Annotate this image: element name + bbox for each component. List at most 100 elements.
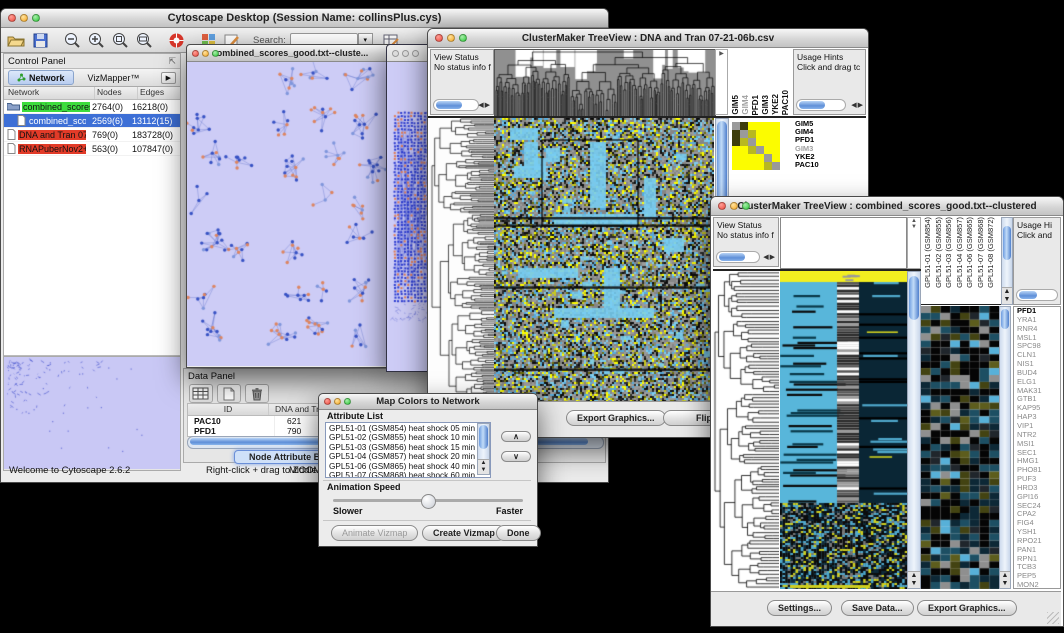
tv2-minimap-vscrollbar[interactable]: ▲▼ <box>999 306 1011 589</box>
minimize-button[interactable] <box>447 34 455 42</box>
attribute-list-item[interactable]: GPL51-04 (GSM857) heat shock 20 min <box>327 452 475 461</box>
tv1-column-label[interactable]: PAC10 <box>781 90 791 115</box>
open-folder-icon[interactable] <box>5 30 27 50</box>
move-down-button[interactable]: ∨ <box>501 451 531 462</box>
close-button[interactable] <box>435 34 443 42</box>
network-tree-row[interactable]: RNAPuberNov2+563(0)107847(0) <box>4 142 180 156</box>
tv2-save-data-button[interactable]: Save Data... <box>841 600 914 616</box>
minimize-button[interactable] <box>334 398 341 405</box>
tv1-column-labels[interactable]: GIM5GIM4PFD1GIM3YKE2PAC10 <box>729 49 792 115</box>
tv1-column-label[interactable]: PFD1 <box>751 95 761 115</box>
zoom-button[interactable] <box>742 202 750 210</box>
save-icon[interactable] <box>29 30 51 50</box>
tv2-heatmap-vscrollbar[interactable]: ▲▼ <box>907 271 921 589</box>
minimize-button[interactable] <box>402 50 409 57</box>
tv2-coltree-scroll-strip[interactable]: ▲▼ <box>907 217 921 269</box>
zoom-button[interactable] <box>412 50 419 57</box>
close-button[interactable] <box>392 50 399 57</box>
tv1-column-dendrogram[interactable] <box>494 49 716 117</box>
treeview2-titlebar[interactable]: ClusterMaker TreeView : combined_scores_… <box>711 197 1063 216</box>
tv1-zoom-submatrix[interactable] <box>732 122 780 170</box>
create-vizmap-button[interactable]: Create Vizmap <box>422 525 506 541</box>
tv2-gene-list[interactable]: PFD1YRA1RNR4MSL1SPC98CLN1NIS1BUD4ELG1MAK… <box>1013 306 1061 589</box>
attribute-list-item[interactable]: GPL51-06 (GSM865) heat shock 40 min <box>327 462 475 471</box>
tv2-column-tree-area[interactable] <box>780 217 907 269</box>
network-graph-canvas[interactable] <box>187 62 391 366</box>
tv2-hints-hscrollbar[interactable] <box>1016 289 1058 301</box>
zoom-in-icon[interactable] <box>85 30 107 50</box>
tab-network[interactable]: Network <box>8 70 74 85</box>
tv2-minimap-heatmap[interactable] <box>921 306 999 589</box>
minimize-button[interactable] <box>202 50 209 57</box>
zoom-out-icon[interactable] <box>61 30 83 50</box>
main-titlebar[interactable]: Cytoscape Desktop (Session Name: collins… <box>1 9 608 28</box>
tv2-status-hscrollbar[interactable] <box>716 251 760 263</box>
minimize-button[interactable] <box>20 14 28 22</box>
attribute-list-item[interactable]: GPL51-07 (GSM868) heat shock 60 min <box>327 471 475 478</box>
network-tree-row[interactable]: combined_sco2569(6)13112(15) <box>4 114 180 128</box>
tv2-row-dendrogram[interactable] <box>713 271 779 589</box>
tv1-column-label[interactable]: GIM4 <box>741 95 751 115</box>
tv1-status-scroll-arrows[interactable]: ◀▶ <box>478 101 491 109</box>
tv1-column-label[interactable]: GIM3 <box>761 95 771 115</box>
zoom-button[interactable] <box>344 398 351 405</box>
tv1-export-graphics-button[interactable]: Export Graphics... <box>566 410 666 426</box>
tv2-column-label[interactable]: GPL51-07 (GSM868) <box>976 217 987 288</box>
tab-overflow-button[interactable]: ▶ <box>161 72 176 84</box>
tv1-hints-scroll-arrows[interactable]: ◀▶ <box>851 101 864 109</box>
trash-icon[interactable] <box>245 384 269 403</box>
birdseye-view[interactable] <box>4 356 180 469</box>
tv2-export-graphics-button[interactable]: Export Graphics... <box>917 600 1017 616</box>
zoom-button[interactable] <box>32 14 40 22</box>
tv1-column-label[interactable]: GIM5 <box>731 95 741 115</box>
window-controls[interactable] <box>1 14 40 22</box>
tv2-column-labels[interactable]: GPL51-01 (GSM854)GPL51-02 (GSM855)GPL51-… <box>921 217 1001 305</box>
network-tree-row[interactable]: combined_scores2764(0)16218(0) <box>4 100 180 114</box>
network-view-titlebar[interactable]: combined_scores_good.txt--cluste... <box>187 45 393 62</box>
treeview1-titlebar[interactable]: ClusterMaker TreeView : DNA and Tran 07-… <box>428 29 868 48</box>
network-tree-row[interactable]: DNA and Tran 07769(0)183728(0) <box>4 128 180 142</box>
animation-speed-slider[interactable] <box>333 499 523 502</box>
tv2-status-scroll-arrows[interactable]: ◀▶ <box>763 253 776 261</box>
dialog-titlebar[interactable]: Map Colors to Network <box>319 394 537 410</box>
tv2-column-label[interactable]: GPL51-08 (GSM872) <box>986 217 997 288</box>
zoom-selected-icon[interactable] <box>109 30 131 50</box>
attribute-list-item[interactable]: GPL51-01 (GSM854) heat shock 05 min <box>327 424 475 433</box>
tv1-row-dendrogram[interactable] <box>430 118 494 401</box>
attribute-list-item[interactable]: GPL51-02 (GSM855) heat shock 10 min <box>327 433 475 442</box>
tv2-column-label[interactable]: GPL51-06 (GSM865) <box>965 217 976 288</box>
page-icon[interactable] <box>217 384 241 403</box>
tv1-heatmap[interactable] <box>494 118 714 401</box>
attribute-list-vscrollbar[interactable]: ▲▼ <box>477 423 490 475</box>
tv2-column-label[interactable]: GPL51-02 (GSM855) <box>934 217 945 288</box>
animate-vizmap-button[interactable]: Animate Vizmap <box>331 525 418 541</box>
tv2-settings-button[interactable]: Settings... <box>767 600 832 616</box>
tv1-column-label[interactable]: YKE2 <box>771 94 781 115</box>
slider-thumb[interactable] <box>421 494 436 509</box>
tv1-gene-label[interactable]: PAC10 <box>795 161 819 169</box>
zoom-button[interactable] <box>212 50 219 57</box>
tv2-gene-label[interactable]: MON2 <box>1014 581 1060 589</box>
close-button[interactable] <box>718 202 726 210</box>
tv1-col-scroll-strip[interactable]: ▶ <box>715 49 728 115</box>
close-button[interactable] <box>192 50 199 57</box>
tv1-gene-labels[interactable]: GIM5GIM4PFD1GIM3YKE2PAC10 <box>795 120 819 169</box>
move-up-button[interactable]: ∧ <box>501 431 531 442</box>
tv1-status-hscrollbar[interactable] <box>433 99 479 111</box>
tab-vizmapper[interactable]: VizMapper™ <box>88 73 140 83</box>
float-panel-icon[interactable]: ⇱ <box>168 56 176 67</box>
help-ring-icon[interactable] <box>165 30 187 50</box>
close-button[interactable] <box>8 14 16 22</box>
table-icon[interactable] <box>189 384 213 403</box>
zoom-button[interactable] <box>459 34 467 42</box>
done-button[interactable]: Done <box>496 525 541 541</box>
attribute-list[interactable]: GPL51-01 (GSM854) heat shock 05 minGPL51… <box>327 424 475 478</box>
tv2-column-label[interactable]: GPL51-03 (GSM856) <box>944 217 955 288</box>
zoom-fit-icon[interactable] <box>133 30 155 50</box>
minimize-button[interactable] <box>730 202 738 210</box>
tv2-heatmap[interactable] <box>780 271 907 589</box>
attribute-list-item[interactable]: GPL51-03 (GSM856) heat shock 15 min <box>327 443 475 452</box>
tv2-labels-vscrollbar[interactable]: ▲▼ <box>1001 217 1013 305</box>
tv2-column-label[interactable]: GPL51-04 (GSM857) <box>955 217 966 288</box>
tv1-hints-hscrollbar[interactable] <box>796 99 846 111</box>
